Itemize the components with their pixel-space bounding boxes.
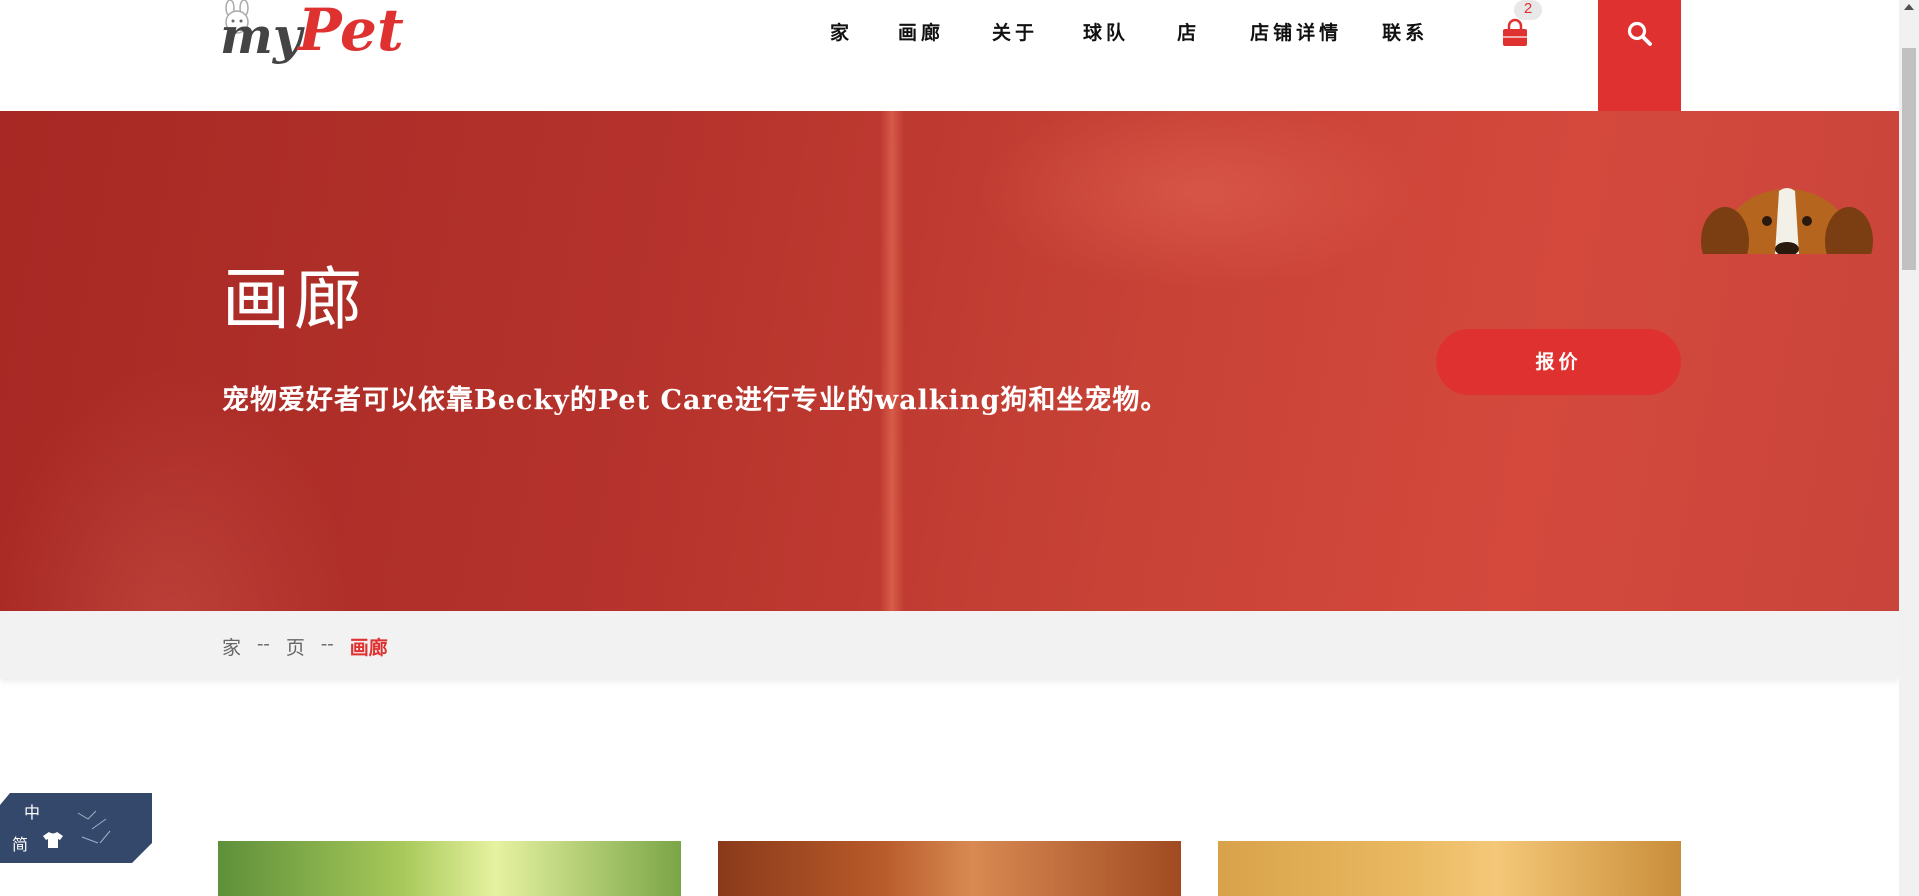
nav-item-team[interactable]: 球队 (1083, 18, 1129, 48)
language-option-simplified[interactable]: 简 (12, 831, 28, 855)
gallery-image[interactable] (1218, 841, 1681, 896)
page-banner: 画廊 宠物爱好者可以依靠Becky的Pet Care进行专业的walking狗和… (0, 111, 1899, 611)
page-title: 画廊 (222, 261, 367, 340)
breadcrumb-current: 画廊 (349, 637, 388, 659)
dog-peeking-image (1701, 188, 1873, 254)
nav-item-shop-details[interactable]: 店铺详情 (1250, 18, 1342, 48)
breadcrumb-bar: 家 -- 页 -- 画廊 (0, 611, 1899, 678)
breadcrumb: 家 -- 页 -- 画廊 (222, 633, 388, 660)
main-nav: 家 画廊 关于 球队 店 店铺详情 联系 (806, 18, 1428, 48)
nav-item-home[interactable]: 家 (830, 18, 853, 48)
scrollbar-thumb[interactable] (1902, 48, 1916, 270)
page-subtitle: 宠物爱好者可以依靠Becky的Pet Care进行专业的walking狗和坐宠物… (222, 385, 1169, 416)
nav-item-gallery[interactable]: 画廊 (898, 18, 944, 48)
search-button[interactable] (1598, 0, 1681, 111)
nav-item-shop[interactable]: 店 (1177, 18, 1200, 48)
site-logo[interactable]: my Pet (218, 0, 404, 80)
breadcrumb-separator: -- (320, 633, 334, 655)
language-option-chinese[interactable]: 中 (24, 799, 40, 823)
cart-count-badge: 2 (1514, 0, 1542, 20)
breadcrumb-home[interactable]: 家 (222, 633, 241, 660)
tshirt-icon (43, 832, 63, 848)
site-header: my Pet 家 画廊 关于 球队 店 店铺详情 联系 2 (0, 0, 1899, 111)
language-switcher[interactable]: 中 简 (0, 793, 152, 863)
breadcrumb-separator: -- (257, 633, 270, 655)
breadcrumb-pages[interactable]: 页 (286, 633, 305, 660)
shopping-bag-icon (1503, 18, 1527, 46)
page-scrollbar[interactable] (1899, 0, 1919, 896)
logo-word-pet: Pet (298, 0, 404, 64)
scroll-up-arrow-icon[interactable] (1899, 0, 1919, 14)
nav-item-about[interactable]: 关于 (992, 18, 1038, 48)
gallery-image[interactable] (718, 841, 1181, 896)
quote-button[interactable]: 报价 (1436, 329, 1681, 395)
nav-item-contact[interactable]: 联系 (1382, 18, 1428, 48)
gallery-image[interactable] (218, 841, 681, 896)
cart-button[interactable]: 2 (1500, 0, 1542, 50)
logo-word-my: my (220, 6, 302, 65)
search-icon (1627, 21, 1652, 46)
